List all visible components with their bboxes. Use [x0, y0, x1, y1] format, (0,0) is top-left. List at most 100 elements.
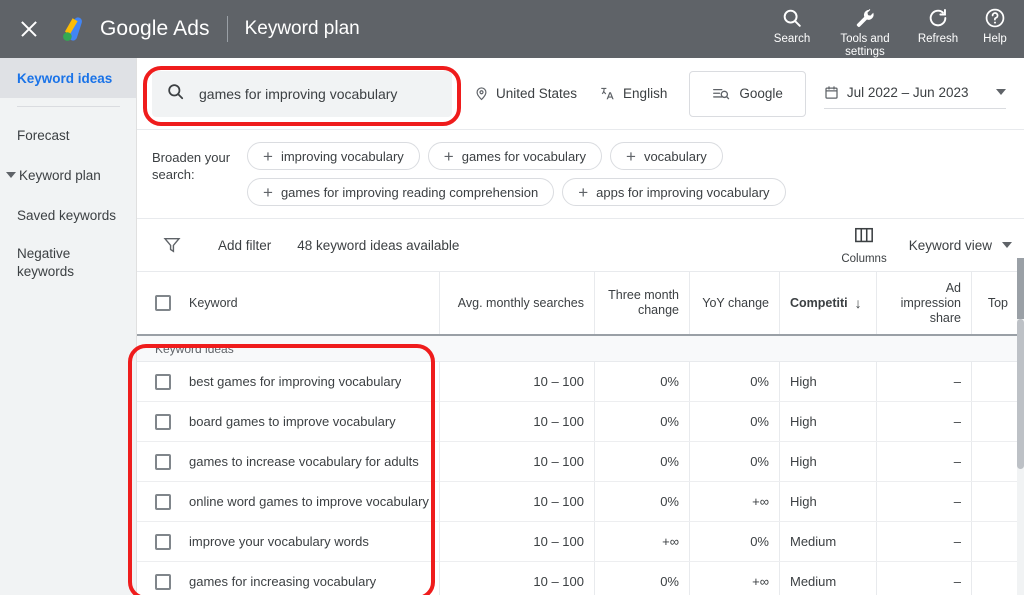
- sidebar-item-label: Keyword ideas: [17, 70, 113, 86]
- cell-avg-monthly-searches: 10 – 100: [439, 402, 594, 441]
- cell-three-month-change: 0%: [594, 402, 689, 441]
- cell-yoy-change: +∞: [689, 482, 779, 521]
- cell-three-month-change: 0%: [594, 442, 689, 481]
- sidebar-item-keyword-plan[interactable]: Keyword plan: [0, 155, 136, 195]
- tools-and-settings-button[interactable]: Tools and settings: [826, 6, 904, 59]
- broaden-chip[interactable]: + apps for improving vocabulary: [562, 178, 786, 206]
- search-row: games for improving vocabulary United St…: [137, 58, 1024, 130]
- add-filter-button[interactable]: Add filter: [218, 238, 271, 253]
- keyword-text: board games to improve vocabulary: [189, 414, 396, 429]
- keyword-planner-app: Google Ads Keyword plan Search Tools and: [0, 0, 1024, 595]
- cell-competition: Medium: [779, 562, 876, 595]
- table-header-label: Keyword: [189, 295, 238, 310]
- toolbar-right: Columns Keyword view: [841, 226, 1024, 265]
- broaden-chip[interactable]: + vocabulary: [610, 142, 723, 170]
- cell-keyword: online word games to improve vocabulary: [137, 482, 439, 521]
- table-group-label: Keyword ideas: [155, 341, 234, 356]
- table-header-scroll-cap: [1017, 258, 1024, 320]
- chevron-down-icon: [1002, 242, 1012, 248]
- refresh-button[interactable]: Refresh: [904, 6, 972, 46]
- chevron-down-icon[interactable]: [996, 89, 1007, 95]
- calendar-icon: [824, 85, 839, 100]
- cell-three-month-change: 0%: [594, 562, 689, 595]
- search-button[interactable]: Search: [758, 6, 826, 46]
- row-checkbox[interactable]: [155, 453, 171, 470]
- cell-top: [971, 562, 1018, 595]
- broaden-chip-label: vocabulary: [643, 148, 707, 164]
- location-pin-icon: [474, 86, 489, 101]
- row-checkbox[interactable]: [155, 413, 171, 430]
- location-label: United States: [496, 86, 578, 101]
- broaden-chip[interactable]: + improving vocabulary: [247, 142, 420, 170]
- broaden-chip[interactable]: + games for vocabulary: [427, 142, 602, 170]
- location-selector[interactable]: United States: [474, 86, 577, 101]
- cell-ad-impression-share: –: [876, 362, 971, 401]
- cell-ad-impression-share: –: [876, 442, 971, 481]
- cell-top: [971, 522, 1018, 561]
- table-row[interactable]: board games to improve vocabulary 10 – 1…: [137, 402, 1024, 442]
- plus-icon: +: [578, 182, 589, 202]
- table-header-ad-impression-share[interactable]: Ad impression share: [876, 272, 971, 334]
- table-vertical-scrollbar[interactable]: [1017, 319, 1024, 595]
- sidebar: Keyword ideas Forecast Keyword plan Save…: [0, 58, 137, 595]
- sidebar-divider: [17, 106, 120, 107]
- cell-avg-monthly-searches: 10 – 100: [439, 562, 594, 595]
- network-selector[interactable]: Google: [689, 70, 806, 117]
- sidebar-item-label: Saved keywords: [17, 207, 117, 223]
- broaden-search-section: Broaden your search: + improving vocabul…: [137, 130, 1024, 219]
- cell-top: [971, 482, 1018, 521]
- plus-icon: +: [263, 182, 273, 202]
- sidebar-item-negative-keywords[interactable]: Negative keywords: [0, 235, 110, 291]
- cell-keyword: board games to improve vocabulary: [137, 402, 439, 441]
- cell-top: [971, 442, 1018, 481]
- table-header-yoy-change[interactable]: YoY change: [689, 272, 779, 334]
- table-header-row: Keyword Avg. monthly searches Three mont…: [137, 272, 1024, 336]
- row-checkbox[interactable]: [155, 533, 171, 550]
- table-header-top[interactable]: Top: [971, 272, 1018, 334]
- plus-icon: +: [263, 146, 273, 166]
- table-header-three-month-change[interactable]: Three month change: [594, 272, 689, 334]
- columns-label: Columns: [841, 252, 887, 265]
- table-row[interactable]: improve your vocabulary words 10 – 100 +…: [137, 522, 1024, 562]
- keyword-text: games for increasing vocabulary: [189, 574, 377, 589]
- help-button-label: Help: [983, 33, 1007, 45]
- sidebar-item-saved-keywords[interactable]: Saved keywords: [0, 195, 136, 235]
- columns-button[interactable]: Columns: [841, 226, 887, 265]
- search-network-icon: [712, 86, 730, 102]
- table-row[interactable]: best games for improving vocabulary 10 –…: [137, 362, 1024, 402]
- language-selector[interactable]: English: [599, 85, 667, 102]
- sidebar-item-label: Forecast: [17, 127, 70, 143]
- table-header-avg-monthly-searches[interactable]: Avg. monthly searches: [439, 272, 594, 334]
- table-row[interactable]: games for increasing vocabulary 10 – 100…: [137, 562, 1024, 595]
- scrollbar-thumb[interactable]: [1017, 319, 1024, 469]
- filter-funnel-icon[interactable]: [162, 235, 182, 255]
- select-all-checkbox[interactable]: [155, 295, 171, 311]
- table-header-keyword[interactable]: Keyword: [137, 272, 439, 334]
- broaden-chip[interactable]: + games for improving reading comprehens…: [247, 178, 555, 206]
- cell-competition: High: [779, 402, 876, 441]
- close-icon[interactable]: [16, 16, 42, 42]
- row-checkbox[interactable]: [155, 573, 171, 590]
- table-row[interactable]: games to increase vocabulary for adults …: [137, 442, 1024, 482]
- sidebar-item-forecast[interactable]: Forecast: [0, 115, 136, 155]
- cell-keyword: games for increasing vocabulary: [137, 562, 439, 595]
- cell-top: [971, 402, 1018, 441]
- cell-yoy-change: 0%: [689, 362, 779, 401]
- table-row[interactable]: online word games to improve vocabulary …: [137, 482, 1024, 522]
- keyword-view-selector[interactable]: Keyword view: [909, 238, 1012, 253]
- main-content: games for improving vocabulary United St…: [137, 58, 1024, 595]
- search-input[interactable]: games for improving vocabulary: [152, 70, 452, 117]
- row-checkbox[interactable]: [155, 493, 171, 510]
- broaden-chip-label: apps for improving vocabulary: [596, 184, 770, 200]
- sidebar-item-keyword-ideas[interactable]: Keyword ideas: [0, 58, 136, 98]
- wrench-icon: [854, 6, 876, 30]
- table-header-competition[interactable]: Competiti ↓: [779, 272, 876, 334]
- cell-three-month-change: +∞: [594, 522, 689, 561]
- keyword-text: online word games to improve vocabulary: [189, 494, 429, 509]
- search-icon: [781, 6, 803, 30]
- sort-descending-icon[interactable]: ↓: [855, 295, 862, 311]
- broaden-chip-label: games for improving reading comprehensio…: [280, 184, 539, 200]
- help-button[interactable]: Help: [972, 6, 1018, 46]
- row-checkbox[interactable]: [155, 373, 171, 390]
- date-range-selector[interactable]: Jul 2022 – Jun 2023: [823, 79, 1007, 109]
